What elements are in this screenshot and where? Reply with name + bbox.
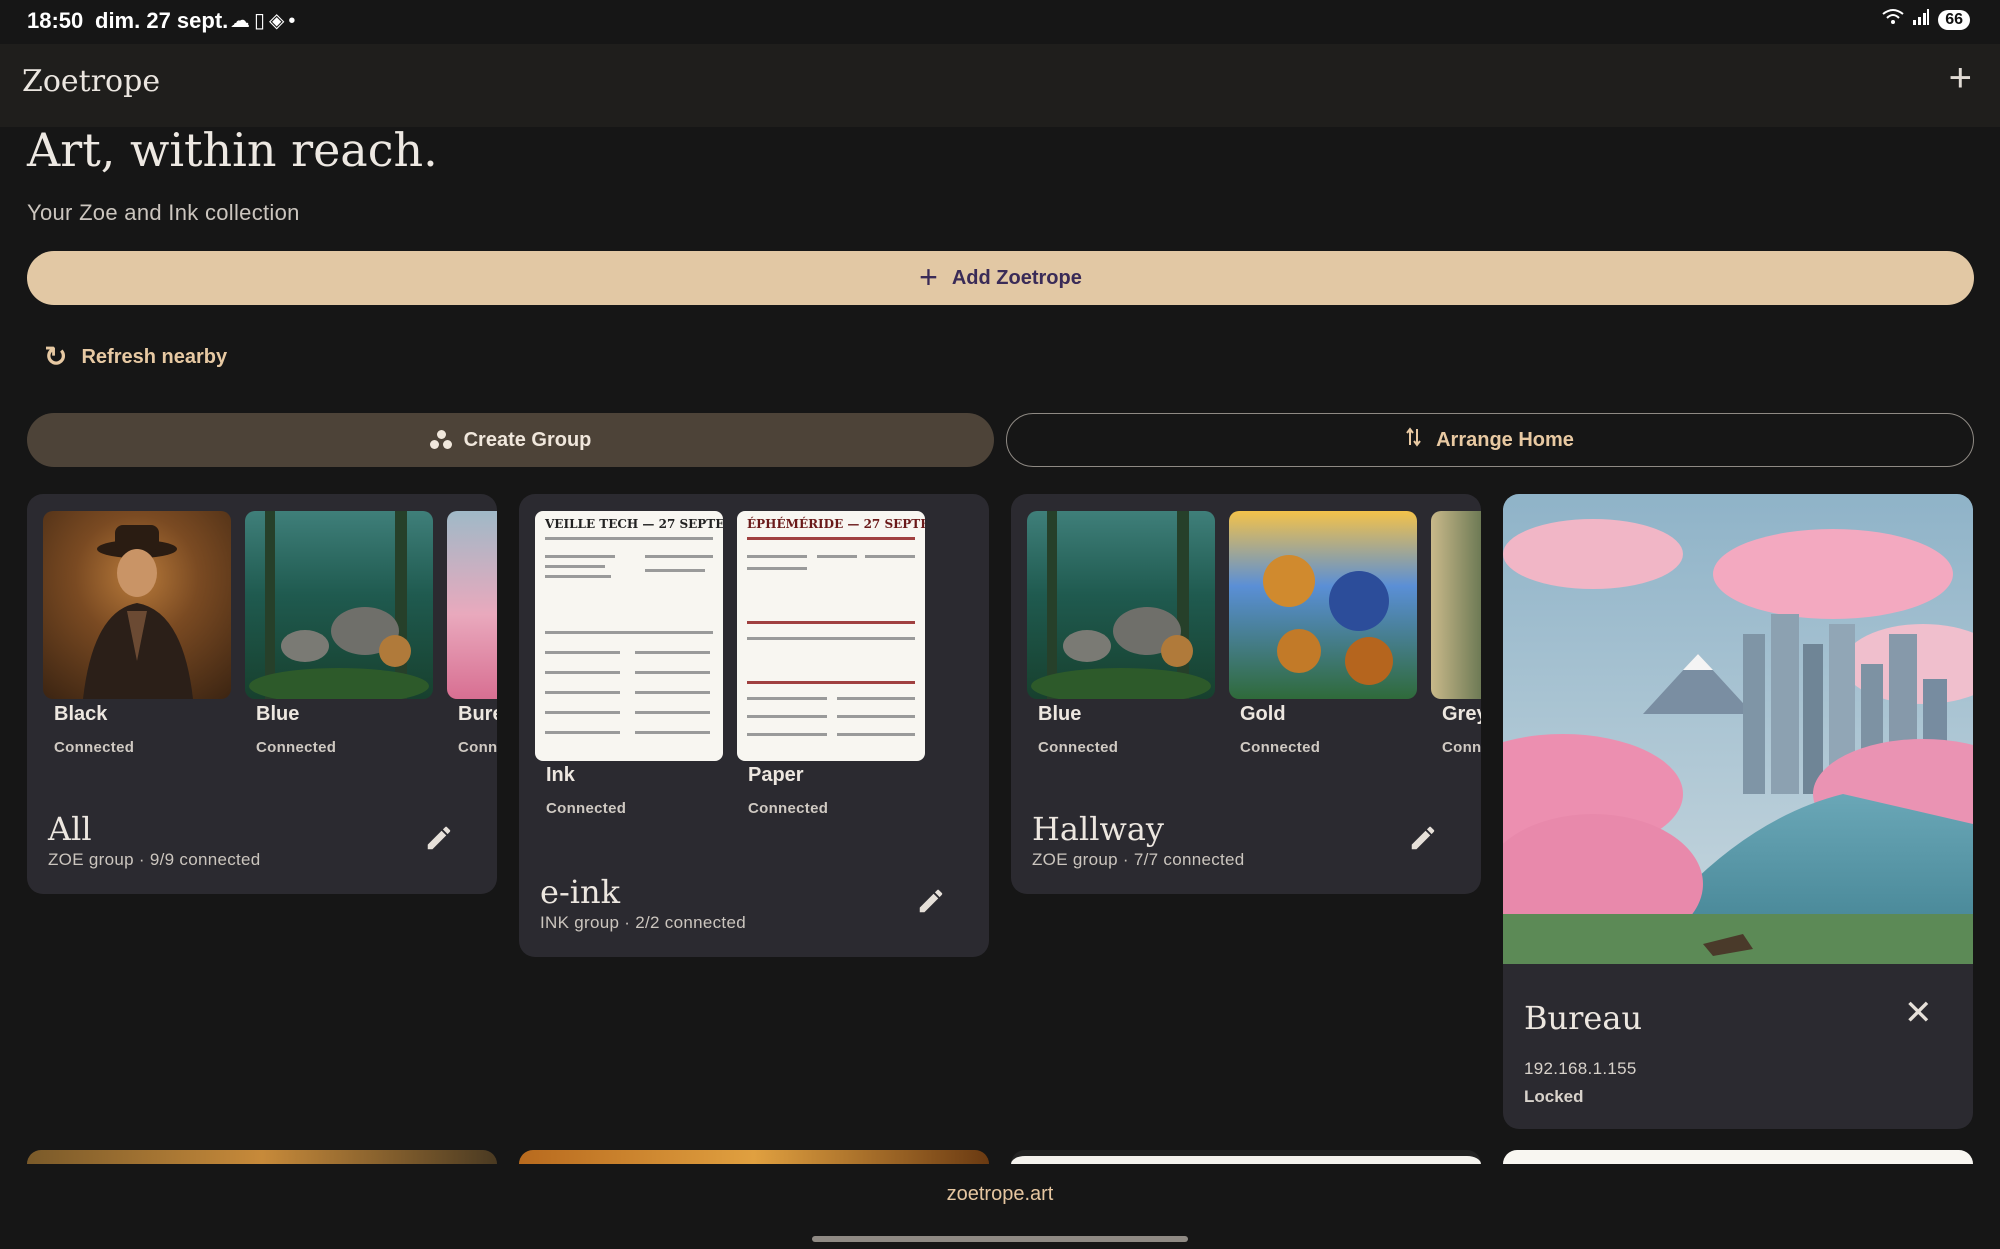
card-peek bbox=[1011, 1150, 1481, 1164]
device-status: Conn bbox=[458, 739, 497, 756]
device-name: Blue bbox=[1038, 703, 1082, 725]
edit-icon[interactable] bbox=[424, 823, 460, 859]
device-name: Black bbox=[54, 703, 108, 725]
home-indicator[interactable] bbox=[812, 1236, 1188, 1242]
artwork-thumbnail bbox=[447, 511, 497, 699]
edit-icon[interactable] bbox=[916, 886, 952, 922]
card-peek bbox=[519, 1150, 989, 1164]
add-zoetrope-label: Add Zoetrope bbox=[951, 266, 1082, 289]
device-tile[interactable]: Black Connected bbox=[43, 511, 231, 756]
app-title: Zoetrope bbox=[22, 64, 161, 99]
refresh-nearby-button[interactable]: ↻ Refresh nearby bbox=[44, 343, 227, 371]
cloud-icon: ☁ bbox=[230, 10, 254, 32]
refresh-icon: ↻ bbox=[44, 341, 68, 372]
notification-icons: ☁▯◈• bbox=[230, 8, 299, 33]
device-status: Connected bbox=[748, 800, 829, 817]
device-tile[interactable]: Blue Connected bbox=[245, 511, 433, 756]
battery-level: 66 bbox=[1938, 9, 1970, 30]
group-icon bbox=[429, 430, 452, 450]
create-group-button[interactable]: Create Group bbox=[27, 413, 994, 467]
group-card-e-ink[interactable]: VEILLE TECH — 27 SEPTEMBRE 2026 Ink Conn… bbox=[519, 494, 989, 957]
device-name: Ink bbox=[546, 764, 575, 786]
group-subtitle: ZOE group · 9/9 connected bbox=[48, 850, 261, 869]
artwork-preview bbox=[1503, 494, 1973, 964]
device-status: Connected bbox=[54, 739, 135, 756]
artwork-thumbnail bbox=[245, 511, 433, 699]
paper-headline: VEILLE TECH — 27 SEPTEMBRE 2026 bbox=[545, 517, 723, 531]
artwork-thumbnail bbox=[1229, 511, 1417, 699]
artwork-thumbnail bbox=[1027, 511, 1215, 699]
close-icon[interactable]: ✕ bbox=[1904, 993, 1933, 1033]
device-tile[interactable]: Bure Conn bbox=[447, 511, 497, 771]
arrange-home-label: Arrange Home bbox=[1436, 428, 1574, 451]
paper-headline: ÉPHÉMÉRIDE — 27 SEPTEMBRE bbox=[747, 517, 925, 531]
refresh-label: Refresh nearby bbox=[81, 345, 228, 368]
arrange-icon bbox=[1406, 427, 1422, 453]
device-name: Paper bbox=[748, 764, 804, 786]
device-tile[interactable]: Grey Conn bbox=[1431, 511, 1481, 771]
create-group-label: Create Group bbox=[463, 428, 592, 451]
device-tile[interactable]: Gold Connected bbox=[1229, 511, 1417, 756]
device-tile[interactable]: ÉPHÉMÉRIDE — 27 SEPTEMBRE Paper Connecte… bbox=[737, 511, 925, 817]
device-tile[interactable]: Blue Connected bbox=[1027, 511, 1215, 756]
device-name: Grey bbox=[1442, 703, 1481, 725]
status-bar: 18:50 dim. 27 sept. ☁▯◈• 66 bbox=[0, 0, 2000, 44]
arrange-home-button[interactable]: Arrange Home bbox=[1006, 413, 1974, 467]
device-ip: 192.168.1.155 bbox=[1524, 1059, 1637, 1078]
device-name: Blue bbox=[256, 703, 300, 725]
device-detail-card[interactable]: Bureau ✕ 192.168.1.155 Locked bbox=[1503, 494, 1973, 1129]
status-date: dim. 27 sept. bbox=[95, 8, 229, 33]
device-status: Connected bbox=[546, 800, 627, 817]
page-headline: Art, within reach. bbox=[27, 123, 438, 177]
page-subtitle: Your Zoe and Ink collection bbox=[27, 200, 300, 225]
device-name: Gold bbox=[1240, 703, 1286, 725]
add-zoetrope-button[interactable]: + Add Zoetrope bbox=[27, 251, 1974, 305]
artwork-thumbnail: ÉPHÉMÉRIDE — 27 SEPTEMBRE bbox=[737, 511, 925, 761]
card-peek bbox=[1503, 1150, 1973, 1164]
plus-icon[interactable]: + bbox=[1949, 58, 1972, 98]
group-card-hallway[interactable]: Blue Connected Gold Connected Grey Conn … bbox=[1011, 494, 1481, 894]
plus-icon: + bbox=[919, 258, 938, 295]
footer-link[interactable]: zoetrope.art bbox=[0, 1183, 2000, 1206]
top-app-bar: Zoetrope + bbox=[0, 44, 2000, 127]
device-tile[interactable]: VEILLE TECH — 27 SEPTEMBRE 2026 Ink Conn… bbox=[535, 511, 723, 817]
device-status: Conn bbox=[1442, 739, 1481, 756]
device-status: Connected bbox=[1038, 739, 1119, 756]
artwork-thumbnail bbox=[1431, 511, 1481, 699]
group-subtitle: INK group · 2/2 connected bbox=[540, 913, 746, 932]
wifi-icon bbox=[1882, 8, 1904, 31]
card-peek bbox=[27, 1150, 497, 1164]
status-time: 18:50 bbox=[27, 8, 84, 33]
group-subtitle: ZOE group · 7/7 connected bbox=[1032, 850, 1245, 869]
signal-icon bbox=[1912, 9, 1930, 30]
group-card-all[interactable]: Black Connected Blue Connected Bure Conn… bbox=[27, 494, 497, 894]
group-title: Hallway bbox=[1032, 810, 1164, 848]
group-title: All bbox=[48, 810, 92, 848]
artwork-thumbnail bbox=[43, 511, 231, 699]
dot-icon: • bbox=[288, 10, 300, 32]
device-name: Bure bbox=[458, 703, 497, 725]
sim-icon: ▯ bbox=[254, 10, 270, 32]
group-title: e-ink bbox=[540, 873, 620, 911]
app-icon: ◈ bbox=[269, 10, 289, 32]
device-status: Connected bbox=[256, 739, 337, 756]
device-name: Bureau bbox=[1524, 999, 1643, 1037]
device-status: Connected bbox=[1240, 739, 1321, 756]
artwork-thumbnail: VEILLE TECH — 27 SEPTEMBRE 2026 bbox=[535, 511, 723, 761]
edit-icon[interactable] bbox=[1408, 823, 1444, 859]
device-state: Locked bbox=[1524, 1087, 1584, 1106]
